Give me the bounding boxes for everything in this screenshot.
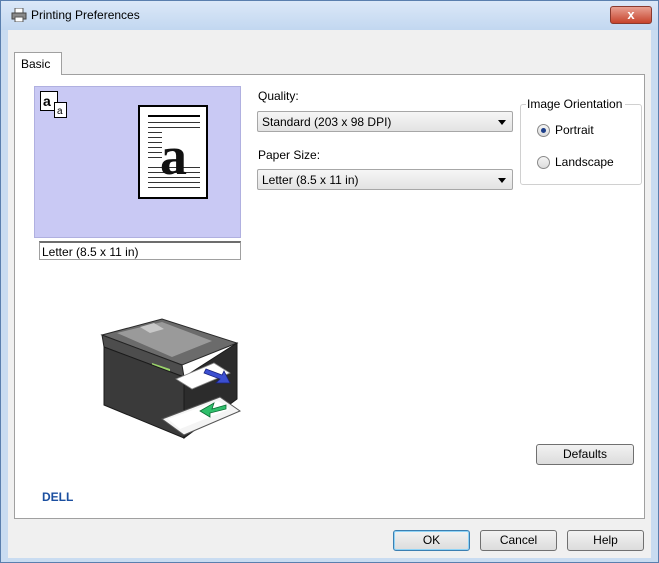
page-line xyxy=(148,115,200,117)
quality-value: Standard (203 x 98 DPI) xyxy=(262,115,392,129)
tab-basic-label: Basic xyxy=(21,57,51,71)
window-title: Printing Preferences xyxy=(31,8,140,22)
ok-button[interactable]: OK xyxy=(393,530,470,551)
chevron-down-icon xyxy=(498,178,506,183)
landscape-label[interactable]: Landscape xyxy=(555,155,614,169)
title-bar[interactable]: Printing Preferences x xyxy=(1,1,658,30)
close-icon: x xyxy=(627,7,635,22)
orientation-group-title: Image Orientation xyxy=(526,97,626,111)
page-preview: a a a xyxy=(34,86,241,238)
printer-icon xyxy=(11,8,27,22)
paper-size-value: Letter (8.5 x 11 in) xyxy=(262,173,359,187)
svg-text:a: a xyxy=(57,106,63,117)
orientation-group xyxy=(520,104,642,185)
defaults-button[interactable]: Defaults xyxy=(536,444,634,465)
page-line xyxy=(148,187,200,188)
cancel-button[interactable]: Cancel xyxy=(480,530,557,551)
printing-preferences-window: Printing Preferences x Basic a a a Lette… xyxy=(0,0,659,563)
page-line xyxy=(148,122,200,123)
document-type-icon: a a xyxy=(40,91,67,118)
page-large-letter: a xyxy=(160,126,187,186)
portrait-label[interactable]: Portrait xyxy=(555,123,594,137)
tab-basic[interactable]: Basic xyxy=(14,52,62,75)
chevron-down-icon xyxy=(498,120,506,125)
portrait-radio[interactable] xyxy=(537,124,550,137)
help-button[interactable]: Help xyxy=(567,530,644,551)
dell-logo: DELL xyxy=(42,490,74,504)
quality-dropdown[interactable]: Standard (203 x 98 DPI) xyxy=(257,111,513,132)
dialog-client-area: Basic a a a Letter (8.5 x 11 in) DELL Qu… xyxy=(8,30,651,558)
page-thumbnail: a xyxy=(138,105,208,199)
paper-size-label: Paper Size: xyxy=(258,148,321,162)
close-button[interactable]: x xyxy=(610,6,652,24)
svg-text:a: a xyxy=(43,93,51,109)
quality-label: Quality: xyxy=(258,89,299,103)
landscape-radio[interactable] xyxy=(537,156,550,169)
printer-illustration xyxy=(100,318,242,439)
paper-size-dropdown[interactable]: Letter (8.5 x 11 in) xyxy=(257,169,513,190)
preview-paper-label: Letter (8.5 x 11 in) xyxy=(39,241,241,260)
